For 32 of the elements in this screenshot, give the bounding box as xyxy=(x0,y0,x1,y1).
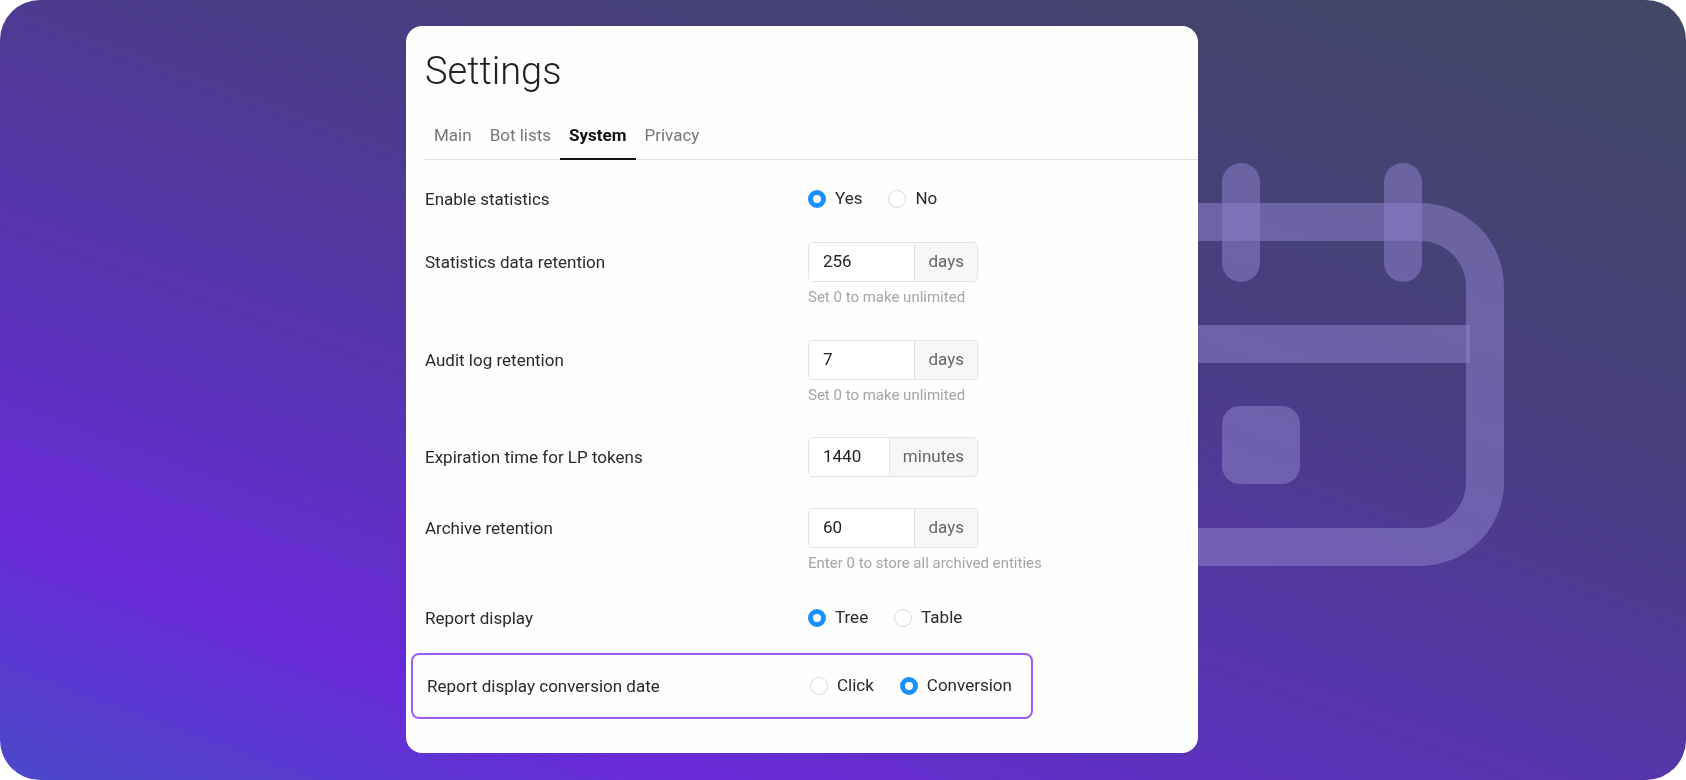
radio-option[interactable]: Table xyxy=(894,604,963,631)
setting-label: Audit log retention xyxy=(425,348,565,372)
number-input-group[interactable]: 256 days xyxy=(808,242,978,282)
tab[interactable]: Bot lists xyxy=(480,114,561,160)
setting-label: Report display xyxy=(425,606,535,630)
hint-text: Set 0 to make unlimited xyxy=(808,287,967,308)
hint-text: Set 0 to make unlimited xyxy=(808,384,967,406)
radio-option[interactable]: Tree xyxy=(808,604,869,631)
setting-label: Archive retention xyxy=(425,517,554,540)
number-input-group[interactable]: 7 days xyxy=(808,339,978,380)
setting-label: Statistics data retention xyxy=(425,251,607,274)
tab[interactable]: Privacy xyxy=(635,114,709,160)
radio-button[interactable] xyxy=(808,190,826,208)
radio-button[interactable] xyxy=(899,676,918,695)
unit-addon: minutes xyxy=(888,438,977,476)
radio-button[interactable] xyxy=(808,608,826,627)
setting-label: Report display conversion date xyxy=(427,674,661,698)
tab[interactable]: System xyxy=(560,114,636,160)
radio-option[interactable]: Conversion xyxy=(899,672,1012,699)
setting-label: Expiration time for LP tokens xyxy=(425,446,644,469)
hint-text: Enter 0 to store all archived entities xyxy=(808,553,1043,574)
number-input-group[interactable]: 60 days xyxy=(808,508,978,548)
radio-option[interactable]: Yes xyxy=(808,186,863,212)
radio-option[interactable]: No xyxy=(888,186,938,212)
number-input-group[interactable]: 1440 minutes xyxy=(808,437,978,477)
unit-addon: days xyxy=(914,509,977,547)
setting-label: Enable statistics xyxy=(425,188,551,211)
unit-addon: days xyxy=(914,243,977,281)
unit-addon: days xyxy=(914,340,977,379)
tab[interactable]: Main xyxy=(425,114,481,160)
settings-title: Settings xyxy=(425,48,563,94)
radio-option[interactable]: Click xyxy=(810,672,874,699)
